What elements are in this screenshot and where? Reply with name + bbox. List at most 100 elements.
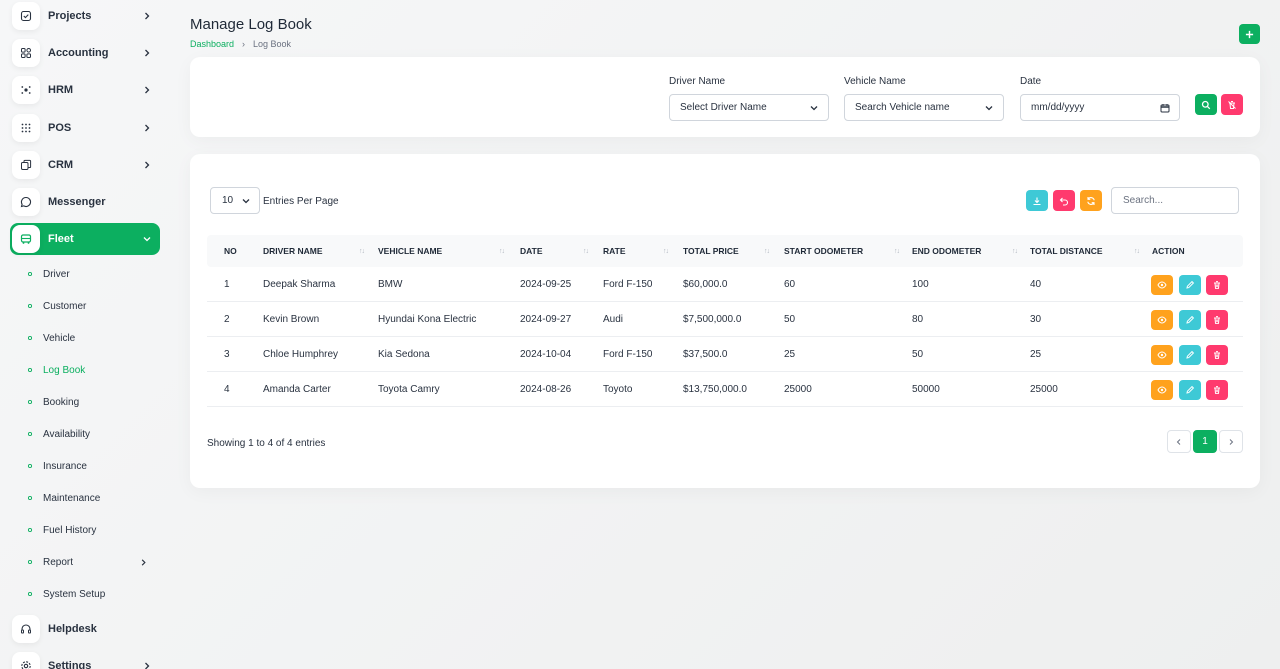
sidebar-subitem-fuel-history[interactable]: Fuel History [26,520,156,540]
column-header-driver-name[interactable]: DRIVER NAME [263,246,323,256]
entries-value: 10 [222,195,234,206]
sidebar-subitem-customer[interactable]: Customer [26,296,156,316]
arrow-bullet-icon [27,559,33,565]
edit-button[interactable] [1179,345,1201,365]
sidebar-subitem-insurance[interactable]: Insurance [26,456,156,476]
breadcrumb-dashboard[interactable]: Dashboard [190,39,234,49]
refresh-button[interactable] [1080,190,1102,211]
table-row: 1 Deepak Sharma BMW 2024-09-25 Ford F-150 $60… [207,267,1243,302]
sidebar-subitem-system-setup[interactable]: System Setup [26,584,156,604]
column-header-end-odometer[interactable]: END ODOMETER [912,246,981,256]
date-input[interactable]: mm/dd/yyyy [1020,94,1180,121]
column-header-total-distance[interactable]: TOTAL DISTANCE [1030,246,1103,256]
table-search-input[interactable] [1111,187,1239,214]
delete-button[interactable] [1206,310,1228,330]
sidebar-item-pos[interactable]: POS [10,112,160,144]
sidebar-subitem-log-book[interactable]: Log Book [26,360,156,380]
page-1-button[interactable]: 1 [1193,430,1217,453]
delete-button[interactable] [1206,345,1228,365]
cell-date: 2024-08-26 [520,384,572,395]
headset-icon-wrap [12,615,40,643]
entries-per-page-select[interactable]: 10 [210,187,260,214]
edit-button[interactable] [1179,310,1201,330]
view-button[interactable] [1151,380,1173,400]
chevron-down-icon [985,106,993,111]
search-button[interactable] [1195,94,1217,115]
column-header-action[interactable]: ACTION [1152,246,1185,256]
view-button[interactable] [1151,275,1173,295]
vehicle-name-value: Search Vehicle name [855,102,950,113]
cell-driver-name: Kevin Brown [263,314,320,325]
dots-grid-icon [21,123,31,133]
delete-button[interactable] [1206,380,1228,400]
column-header-vehicle-name[interactable]: VEHICLE NAME [378,246,442,256]
vehicle-name-select[interactable]: Search Vehicle name [844,94,1004,121]
export-button[interactable] [1026,190,1048,211]
sidebar-subitem-vehicle[interactable]: Vehicle [26,328,156,348]
cell-driver-name: Chloe Humphrey [263,349,339,360]
sidebar-item-settings[interactable]: Settings [10,650,160,669]
grid-icon [21,48,31,58]
sort-icon[interactable]: ↑↓ [583,248,589,255]
driver-name-label: Driver Name [669,76,726,87]
add-log-button[interactable] [1239,24,1260,44]
sort-icon[interactable]: ↑↓ [1134,248,1140,255]
prev-page-button[interactable] [1167,430,1191,453]
showing-entries-text: Showing 1 to 4 of 4 entries [207,438,326,449]
edit-button[interactable] [1179,275,1201,295]
column-header-total-price[interactable]: TOTAL PRICE [683,246,739,256]
undo-button[interactable] [1053,190,1075,211]
sidebar-item-messenger[interactable]: Messenger [10,186,160,218]
eye-icon [1157,316,1167,324]
next-page-button[interactable] [1219,430,1243,453]
delete-button[interactable] [1206,275,1228,295]
chevron-right-icon [1229,438,1234,445]
view-button[interactable] [1151,310,1173,330]
sidebar-item-fleet[interactable]: Fleet [10,223,160,255]
sidebar-item-hrm[interactable]: HRM [10,74,160,106]
sidebar-item-label: POS [48,122,72,134]
chevron-right-icon [145,161,150,169]
bus-icon-wrap [12,225,40,253]
people-icon [21,86,31,94]
cell-start-odometer: 50 [784,314,796,325]
sort-icon[interactable]: ↑↓ [359,248,365,255]
sort-icon[interactable]: ↑↓ [764,248,770,255]
driver-name-select[interactable]: Select Driver Name [669,94,829,121]
edit-button[interactable] [1179,380,1201,400]
column-header-start-odometer[interactable]: START ODOMETER [784,246,863,256]
column-header-no[interactable]: NO [224,246,237,256]
sidebar-subitem-booking[interactable]: Booking [26,392,156,412]
sidebar-subitem-availability[interactable]: Availability [26,424,156,444]
sidebar-subitem-maintenance[interactable]: Maintenance [26,488,156,508]
sort-icon[interactable]: ↑↓ [663,248,669,255]
sort-icon[interactable]: ↑↓ [499,248,505,255]
sort-icon[interactable]: ↑↓ [894,248,900,255]
trash-icon [1214,281,1220,289]
sidebar-item-crm[interactable]: CRM [10,149,160,181]
sidebar-subitem-driver[interactable]: Driver [26,264,156,284]
view-button[interactable] [1151,345,1173,365]
checkbox-icon [20,10,32,22]
cell-driver-name: Deepak Sharma [263,279,336,290]
calendar-icon[interactable] [1160,103,1170,113]
cell-date: 2024-09-27 [520,314,572,325]
sidebar-item-accounting[interactable]: Accounting [10,37,160,69]
entries-per-page-label: Entries Per Page [263,196,339,207]
gear-icon-wrap [12,652,40,669]
column-header-rate[interactable]: RATE [603,246,626,256]
chevron-down-icon [810,106,818,111]
arrow-bullet-icon [27,335,33,341]
sidebar-subitem-report[interactable]: Report [26,552,156,572]
cell-end-odometer: 80 [912,314,924,325]
column-header-date[interactable]: DATE [520,246,543,256]
sidebar-item-projects[interactable]: Projects [10,0,160,32]
table-row: 2 Kevin Brown Hyundai Kona Electric 2024-09… [207,302,1243,337]
clear-filter-button[interactable] [1221,94,1243,115]
eye-icon [1157,351,1167,359]
sort-icon[interactable]: ↑↓ [1012,248,1018,255]
sidebar-item-helpdesk[interactable]: Helpdesk [10,613,160,645]
cell-start-odometer: 25000 [784,384,812,395]
trash-icon [1214,386,1220,394]
date-placeholder: mm/dd/yyyy [1031,102,1085,113]
